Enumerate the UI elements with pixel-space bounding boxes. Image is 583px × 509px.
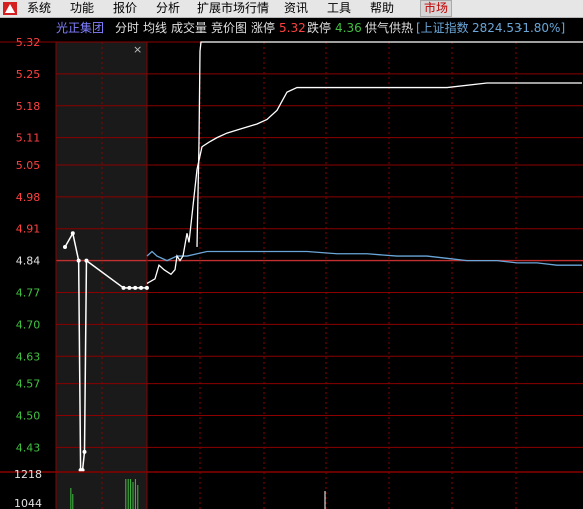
intraday-chart: 光正集团 分时 均线 成交量 竞价图 涨停 5.32 跌停 4.36 供气供热 …: [0, 20, 583, 509]
auction-price-point: [84, 258, 89, 263]
menu-function[interactable]: 功能: [70, 1, 94, 16]
menu-help[interactable]: 帮助: [370, 1, 394, 16]
volume-tick-label: 1044: [14, 497, 42, 509]
volume-tick-label: 1218: [14, 468, 42, 481]
limit-down-value: 4.36: [335, 21, 362, 35]
y-tick-label: 4.70: [16, 318, 41, 331]
menu-tools[interactable]: 工具: [327, 1, 351, 16]
y-tick-label: 4.77: [16, 286, 41, 299]
y-tick-label: 5.25: [16, 68, 41, 81]
menu-analysis[interactable]: 分析: [156, 1, 180, 16]
y-tick-label: 4.84: [16, 255, 41, 268]
tab-average-line[interactable]: 均线: [143, 21, 167, 35]
auction-price-point: [133, 285, 138, 290]
auction-price-point: [121, 285, 126, 290]
menu-extended-market[interactable]: 扩展市场行情: [197, 1, 269, 16]
avg-price-line: [146, 250, 582, 266]
auction-price-point: [127, 285, 132, 290]
y-tick-label: 5.11: [16, 132, 41, 145]
tab-auction-chart[interactable]: 竞价图: [211, 21, 247, 35]
y-tick-label: 4.91: [16, 223, 41, 236]
tab-volume[interactable]: 成交量: [171, 20, 207, 35]
auction-price-point: [70, 231, 75, 236]
stock-name: 光正集团: [56, 20, 104, 35]
auction-panel-close-icon[interactable]: ×: [133, 43, 142, 56]
index-value: 2824.53: [472, 21, 522, 35]
app-logo-icon[interactable]: [2, 1, 18, 16]
index-change: -1.80%]: [518, 21, 565, 35]
price-limit-line: [196, 41, 202, 247]
y-tick-label: 4.63: [16, 350, 41, 363]
y-tick-label: 4.50: [16, 409, 41, 422]
index-name[interactable]: [上证指数: [416, 20, 469, 35]
supply-demand-label: 供气供热: [365, 20, 413, 35]
y-tick-label: 5.18: [16, 100, 41, 113]
y-tick-label: 4.43: [16, 441, 41, 454]
auction-price-point: [144, 285, 149, 290]
tab-timeshare[interactable]: 分时: [115, 21, 139, 35]
y-tick-label: 5.32: [16, 36, 41, 49]
auction-price-point: [63, 244, 67, 249]
auction-price-point: [76, 258, 81, 263]
y-tick-label: 4.98: [16, 191, 41, 204]
menu-quote[interactable]: 报价: [113, 1, 137, 16]
menu-system[interactable]: 系统: [27, 1, 51, 16]
limit-down-label: 跌停: [307, 20, 331, 35]
auction-price-point: [139, 285, 144, 290]
limit-up-value: 5.32: [279, 21, 306, 35]
auction-price-point: [82, 449, 87, 454]
chart-header: 光正集团 分时 均线 成交量 竞价图 涨停 5.32 跌停 4.36 供气供热 …: [56, 20, 565, 35]
menu-market[interactable]: 市场: [420, 0, 453, 17]
y-axis-labels: 5.32 5.25 5.18 5.11 5.05 4.98 4.91 4.84 4.77 4.70…: [16, 36, 41, 454]
y-tick-label: 4.57: [16, 378, 41, 391]
menu-bar: 系统 功能 报价 分析 扩展市场行情 资讯 工具 帮助 市场: [0, 0, 583, 18]
limit-up-label: 涨停: [251, 20, 275, 35]
y-tick-label: 5.05: [16, 159, 41, 172]
menu-news[interactable]: 资讯: [284, 1, 308, 16]
